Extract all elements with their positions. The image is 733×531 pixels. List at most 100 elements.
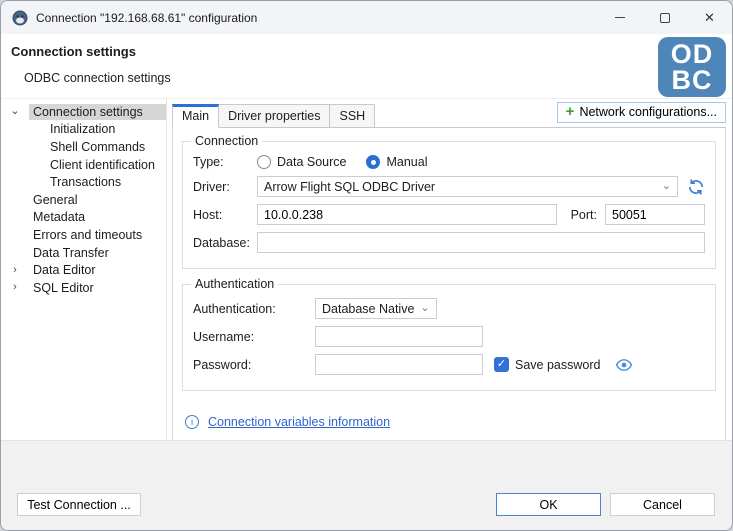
sidebar-item-data-transfer[interactable]: Data Transfer xyxy=(1,244,166,262)
test-connection-button[interactable]: Test Connection ... xyxy=(17,493,141,516)
dialog-footer: Test Connection ... OK Cancel xyxy=(1,440,732,530)
maximize-icon xyxy=(660,13,670,23)
sidebar-item-client-identification[interactable]: Client identification xyxy=(1,156,166,174)
maximize-button[interactable] xyxy=(642,1,687,34)
sidebar-item-sql-editor[interactable]: ›SQL Editor xyxy=(1,279,166,297)
chevron-right-icon[interactable]: › xyxy=(1,265,29,276)
page-title: Connection settings xyxy=(11,44,732,59)
ok-button[interactable]: OK xyxy=(496,493,601,516)
settings-tree: ⌄Connection settingsInitialization Shell … xyxy=(1,99,167,440)
username-row: Username: xyxy=(193,326,705,347)
authentication-label: Authentication: xyxy=(193,302,315,316)
sidebar-item-label: Connection settings xyxy=(29,104,166,120)
username-input[interactable] xyxy=(315,326,483,347)
sidebar-item-data-editor[interactable]: ›Data Editor xyxy=(1,261,166,279)
sidebar-item-connection-settings[interactable]: ⌄Connection settings xyxy=(1,103,166,121)
dialog-body: ⌄Connection settingsInitializationShell … xyxy=(1,99,732,440)
sidebar-item-general[interactable]: General xyxy=(1,191,166,209)
type-radio-group: Data Source Manual xyxy=(257,155,447,169)
check-icon: ✓ xyxy=(497,359,506,370)
window-title: Connection "192.168.68.61" configuration xyxy=(36,11,257,25)
type-label: Type: xyxy=(193,155,257,169)
sidebar-item-label: Errors and timeouts xyxy=(29,227,146,243)
password-input[interactable] xyxy=(315,354,483,375)
odbc-logo-line2: BC xyxy=(658,67,726,93)
refresh-icon xyxy=(687,178,705,196)
radio-icon xyxy=(366,155,380,169)
show-password-button[interactable] xyxy=(615,358,633,372)
chevron-down-icon: ⌄ xyxy=(420,303,429,314)
sidebar-item-transactions[interactable]: Transactions xyxy=(1,173,166,191)
network-configurations-label: Network configurations... xyxy=(579,105,717,119)
sidebar-item-label: General xyxy=(29,192,81,208)
connection-group: Connection Type: Data Source Manual Drive… xyxy=(182,134,716,269)
sidebar-item-errors-and-timeouts[interactable]: Errors and timeouts xyxy=(1,226,166,244)
password-row: Password: ✓ Save password xyxy=(193,354,705,375)
sidebar-item-label: Data Editor xyxy=(29,262,100,278)
type-option-manual[interactable]: Manual xyxy=(366,155,427,169)
chevron-right-icon[interactable]: › xyxy=(1,282,29,293)
sidebar-item-label: Shell Commands xyxy=(46,139,149,155)
reload-drivers-button[interactable] xyxy=(687,178,705,196)
page-subtitle: ODBC connection settings xyxy=(24,71,732,85)
sidebar-item-label: Initialization xyxy=(46,121,119,137)
password-label: Password: xyxy=(193,358,315,372)
database-label: Database: xyxy=(193,236,257,250)
chevron-down-icon[interactable]: ⌄ xyxy=(1,106,29,117)
plus-icon: + xyxy=(566,105,575,119)
sidebar-item-label: Metadata xyxy=(29,209,89,225)
minimize-icon xyxy=(615,17,625,18)
connection-configuration-dialog: Connection "192.168.68.61" configuration… xyxy=(0,0,733,531)
radio-label: Manual xyxy=(386,155,427,169)
tab-ssh[interactable]: SSH xyxy=(329,104,375,127)
eye-icon xyxy=(615,358,633,372)
close-button[interactable]: ✕ xyxy=(687,1,732,34)
titlebar: Connection "192.168.68.61" configuration… xyxy=(1,1,732,34)
port-input[interactable] xyxy=(605,204,705,225)
tab-strip: MainDriver propertiesSSH + Network confi… xyxy=(172,102,726,128)
database-input[interactable] xyxy=(257,232,705,253)
sidebar-item-label: Client identification xyxy=(46,157,159,173)
authentication-select[interactable]: Database Native ⌄ xyxy=(315,298,437,319)
sidebar-item-label: Transactions xyxy=(46,174,125,190)
type-option-data-source[interactable]: Data Source xyxy=(257,155,346,169)
driver-row: Driver: Arrow Flight SQL ODBC Driver ⌄ xyxy=(193,176,705,197)
authentication-group: Authentication Authentication: Database … xyxy=(182,277,716,391)
chevron-down-icon: ⌄ xyxy=(662,181,671,192)
network-configurations-button[interactable]: + Network configurations... xyxy=(557,102,726,123)
sidebar-item-metadata[interactable]: Metadata xyxy=(1,209,166,227)
minimize-button[interactable] xyxy=(597,1,642,34)
driver-label: Driver: xyxy=(193,180,257,194)
host-row: Host: Port: xyxy=(193,204,705,225)
sidebar-item-initialization[interactable]: Initialization xyxy=(1,121,166,139)
tab-driver-properties[interactable]: Driver properties xyxy=(218,104,330,127)
cancel-button[interactable]: Cancel xyxy=(610,493,715,516)
main-tab-content: Connection Type: Data Source Manual Drive… xyxy=(172,128,726,476)
port-label: Port: xyxy=(571,208,597,222)
tab-main[interactable]: Main xyxy=(172,104,219,128)
save-password-checkbox[interactable]: ✓ xyxy=(494,357,509,372)
main-panel: MainDriver propertiesSSH + Network confi… xyxy=(167,99,732,440)
driver-select[interactable]: Arrow Flight SQL ODBC Driver ⌄ xyxy=(257,176,678,197)
sidebar-item-label: Data Transfer xyxy=(29,245,113,261)
save-password-label: Save password xyxy=(515,358,600,372)
sidebar-item-label: SQL Editor xyxy=(29,280,98,296)
tabs: MainDriver propertiesSSH xyxy=(172,104,374,127)
authentication-row: Authentication: Database Native ⌄ xyxy=(193,298,705,319)
host-label: Host: xyxy=(193,208,257,222)
info-icon: i xyxy=(185,415,199,429)
driver-select-value: Arrow Flight SQL ODBC Driver xyxy=(264,180,656,194)
type-row: Type: Data Source Manual xyxy=(193,155,705,169)
host-input[interactable] xyxy=(257,204,557,225)
connection-variables-row: i Connection variables information xyxy=(185,415,716,429)
database-row: Database: xyxy=(193,232,705,253)
radio-label: Data Source xyxy=(277,155,346,169)
odbc-logo-line1: OD xyxy=(658,41,726,67)
window-controls: ✕ xyxy=(597,1,732,34)
sidebar-item-shell-commands[interactable]: Shell Commands xyxy=(1,138,166,156)
connection-variables-link[interactable]: Connection variables information xyxy=(208,415,390,429)
close-icon: ✕ xyxy=(704,11,715,24)
radio-icon xyxy=(257,155,271,169)
authentication-group-legend: Authentication xyxy=(191,277,278,291)
connection-group-legend: Connection xyxy=(191,134,262,148)
